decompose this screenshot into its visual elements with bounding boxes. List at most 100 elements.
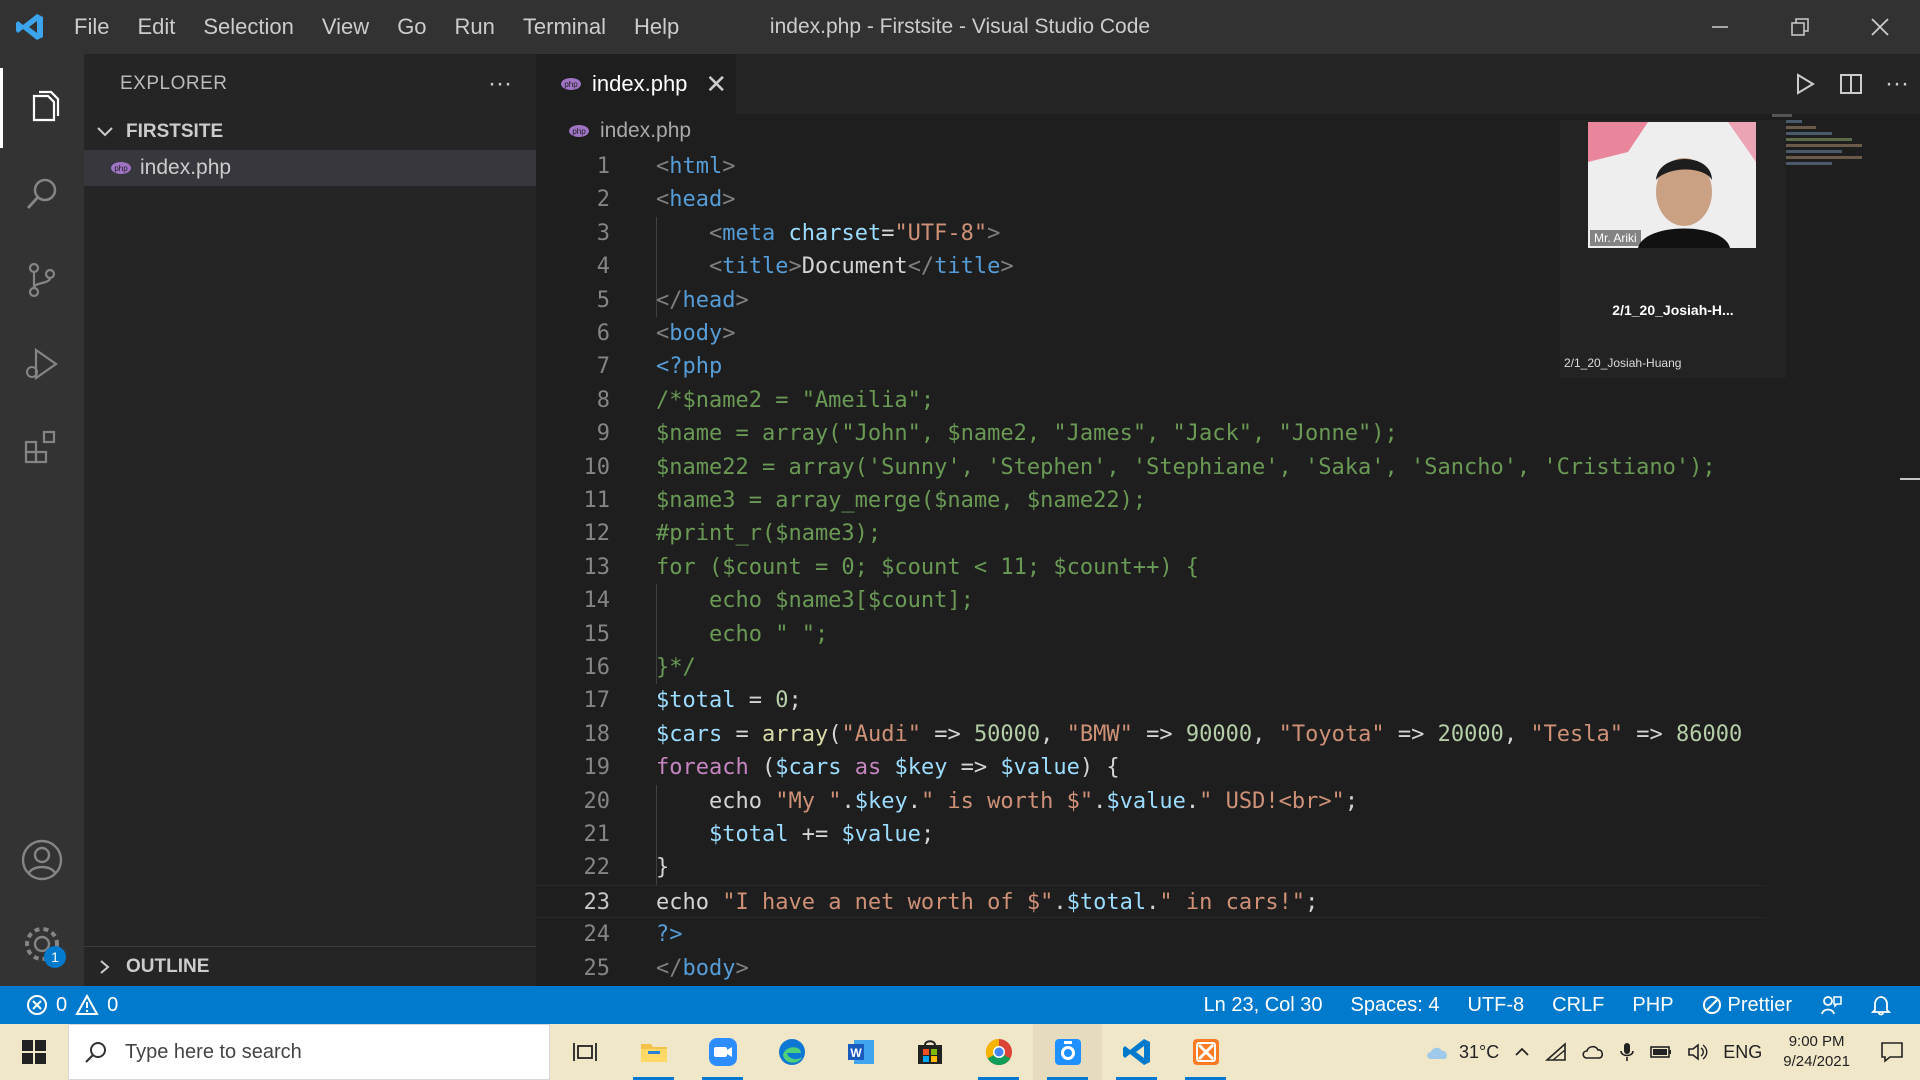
volume-control[interactable] <box>1680 1042 1716 1062</box>
code-line[interactable]: 23 echo "I have a net worth of $".$total.… <box>536 884 1766 918</box>
more-editor-actions[interactable]: ··· <box>1874 54 1920 114</box>
code-line[interactable]: 22} <box>536 851 1766 884</box>
action-center-button[interactable] <box>1864 1041 1920 1063</box>
editor-actions: ··· <box>1782 54 1920 114</box>
menu-view[interactable]: View <box>308 14 383 40</box>
extensions-button[interactable] <box>0 408 84 488</box>
explorer-button[interactable] <box>0 68 84 148</box>
onedrive-status[interactable] <box>1574 1043 1612 1061</box>
end-of-line[interactable]: CRLF <box>1538 994 1618 1017</box>
chrome-app[interactable] <box>964 1024 1033 1080</box>
notifications-button[interactable] <box>1856 994 1906 1016</box>
minimap[interactable] <box>1770 114 1920 986</box>
code-line[interactable]: 13 for ($count = 0; $count < 11; $count++… <box>536 551 1766 584</box>
split-editor-button[interactable] <box>1828 54 1874 114</box>
weather-widget[interactable]: 31°C <box>1418 1042 1506 1063</box>
menu-run[interactable]: Run <box>441 14 509 40</box>
code-line[interactable]: 17 $total = 0; <box>536 684 1766 717</box>
input-language[interactable]: ENG <box>1716 1042 1769 1063</box>
outline-section[interactable]: OUTLINE <box>84 946 536 986</box>
feedback-button[interactable] <box>1806 994 1856 1016</box>
clock[interactable]: 9:00 PM 9/24/2021 <box>1769 1032 1864 1072</box>
file-item-index-php[interactable]: php index.php <box>84 150 536 186</box>
line-number: 7 <box>596 354 610 380</box>
screen-recorder-app[interactable] <box>1033 1024 1102 1080</box>
code-line[interactable]: 15 echo " "; <box>536 618 1766 651</box>
xampp-app[interactable] <box>1171 1024 1240 1080</box>
code-line[interactable]: 19 foreach ($cars as $key => $value) { <box>536 751 1766 784</box>
line-number: 14 <box>583 588 611 614</box>
prohibited-icon <box>1702 996 1721 1014</box>
menu-edit[interactable]: Edit <box>123 14 189 40</box>
file-encoding[interactable]: UTF-8 <box>1454 994 1539 1017</box>
menu-help[interactable]: Help <box>620 14 693 40</box>
title-bar: File Edit Selection View Go Run Terminal… <box>0 0 1920 54</box>
store-app[interactable] <box>895 1024 964 1080</box>
microphone-status[interactable] <box>1612 1041 1642 1063</box>
menu-terminal[interactable]: Terminal <box>509 14 620 40</box>
task-view-icon <box>572 1043 597 1061</box>
tab-close-icon[interactable]: ✕ <box>705 69 727 100</box>
code-line[interactable]: 25 </body> <box>536 952 1766 985</box>
code-text: <body> <box>656 321 736 346</box>
language-mode[interactable]: PHP <box>1618 994 1687 1017</box>
zoom-app[interactable] <box>688 1024 757 1080</box>
folder-icon <box>640 1044 667 1062</box>
prettier-status[interactable]: Prettier <box>1688 994 1806 1017</box>
explorer-header: EXPLORER ··· <box>84 54 536 114</box>
code-line[interactable]: 10 $name22 = array('Sunny', 'Stephen', 'S… <box>536 451 1766 484</box>
tab-index-php[interactable]: php index.php ✕ <box>536 54 736 114</box>
zoom-icon <box>708 1038 737 1066</box>
task-view-button[interactable] <box>550 1024 619 1080</box>
bell-icon <box>1870 996 1892 1016</box>
windows-taskbar: Type here to search W 31°C ENG 9:00 PM 9… <box>0 1024 1920 1080</box>
code-line[interactable]: 24 ?> <box>536 918 1766 951</box>
folder-firstsite[interactable]: FIRSTSITE <box>84 114 536 150</box>
search-button[interactable] <box>0 154 84 234</box>
run-button[interactable] <box>1782 54 1828 114</box>
manage-button[interactable]: 1 <box>0 904 84 984</box>
breadcrumb-file[interactable]: index.php <box>600 119 691 143</box>
line-number: 16 <box>583 655 611 680</box>
extensions-icon <box>24 430 56 464</box>
indentation[interactable]: Spaces: 4 <box>1337 994 1454 1017</box>
run-debug-button[interactable] <box>0 324 84 404</box>
taskbar-search[interactable]: Type here to search <box>68 1024 550 1080</box>
network-status[interactable] <box>1538 1042 1574 1062</box>
accounts-button[interactable] <box>0 820 84 900</box>
more-actions-icon[interactable]: ··· <box>488 70 536 98</box>
video-call-tile[interactable]: Mr. Ariki 2/1_20_Josiah-H... 2/1_20_Josi… <box>1560 120 1786 378</box>
code-line[interactable]: 21 $total += $value; <box>536 818 1766 851</box>
word-app[interactable]: W <box>826 1024 895 1080</box>
vscode-app[interactable] <box>1102 1024 1171 1080</box>
source-control-button[interactable] <box>0 240 84 320</box>
scrollbar-thumb[interactable] <box>1900 478 1920 480</box>
speaker-icon <box>1688 1043 1708 1061</box>
chrome-icon <box>985 1038 1012 1066</box>
menu-selection[interactable]: Selection <box>189 14 308 40</box>
code-line[interactable]: 8 /*$name2 = "Ameilia"; <box>536 384 1766 417</box>
code-line[interactable]: 9 $name = array("John", $name2, "James", … <box>536 417 1766 450</box>
menu-file[interactable]: File <box>60 14 123 40</box>
problems-indicator[interactable]: 0 0 <box>0 994 118 1017</box>
code-line[interactable]: 14 echo $name3[$count]; <box>536 584 1766 617</box>
restore-button[interactable] <box>1760 0 1840 54</box>
error-count: 0 <box>56 993 68 1016</box>
edge-app[interactable] <box>757 1024 826 1080</box>
close-window-button[interactable] <box>1840 0 1920 54</box>
file-explorer-app[interactable] <box>619 1024 688 1080</box>
error-icon <box>27 995 47 1015</box>
code-line[interactable]: 12 #print_r($name3); <box>536 517 1766 550</box>
code-line[interactable]: 18 $cars = array("Audi" => 50000, "BMW" =… <box>536 718 1766 751</box>
cursor-position[interactable]: Ln 23, Col 30 <box>1190 994 1337 1017</box>
code-line[interactable]: 11 $name3 = array_merge($name, $name22); <box>536 484 1766 517</box>
code-text: for ($count = 0; $count < 11; $count++) … <box>656 554 1200 580</box>
code-line[interactable]: 20 echo "My ".$key." is worth $".$value.… <box>536 785 1766 818</box>
code-line[interactable]: 16}*/ <box>536 651 1766 684</box>
menu-go[interactable]: Go <box>383 14 440 40</box>
minimize-button[interactable] <box>1680 0 1760 54</box>
battery-status[interactable] <box>1642 1043 1680 1061</box>
show-hidden-icons[interactable] <box>1506 1043 1538 1061</box>
code-text: <?php <box>656 354 723 380</box>
start-button[interactable] <box>0 1024 68 1080</box>
